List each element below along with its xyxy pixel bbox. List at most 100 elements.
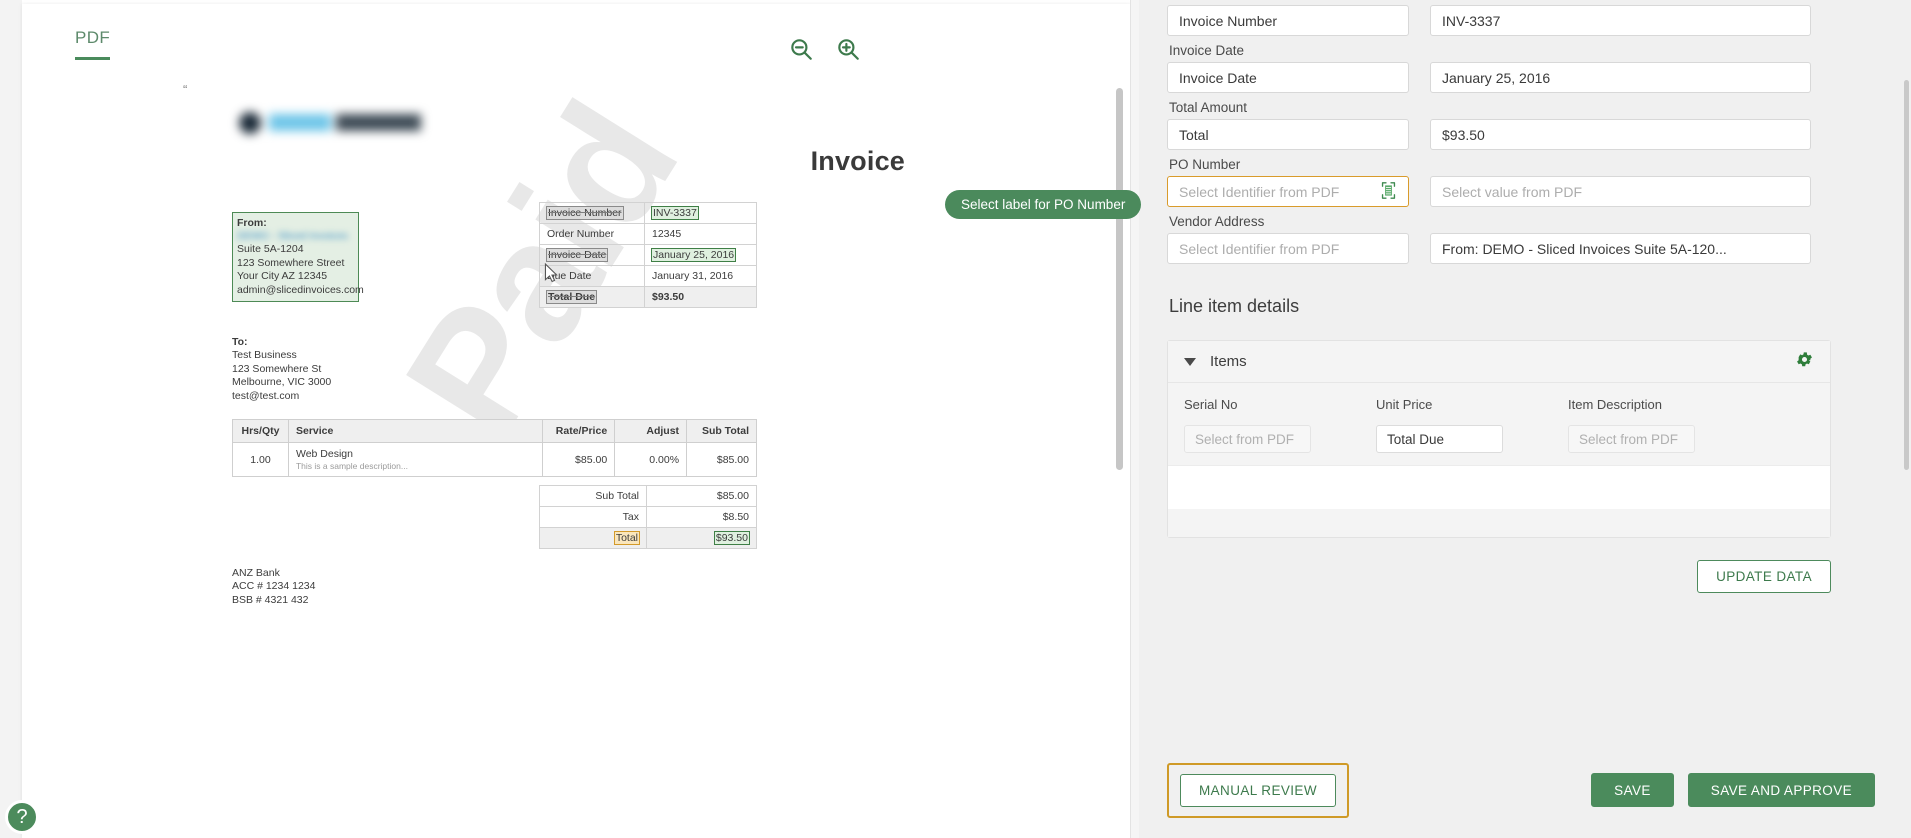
serial-no-input[interactable]: Select from PDF	[1184, 425, 1311, 453]
items-col-header: Item Description	[1568, 397, 1662, 412]
pdf-tab-label[interactable]: PDF	[75, 28, 110, 57]
invoice-date-value: January 25, 2016	[1442, 69, 1551, 86]
summary-value[interactable]: January 25, 2016	[650, 248, 737, 262]
caret-down-icon[interactable]	[1184, 357, 1196, 366]
to-address-block[interactable]: To: Test Business 123 Somewhere St Melbo…	[232, 336, 331, 403]
serial-no-placeholder: Select from PDF	[1195, 431, 1295, 447]
invoice-totals-table: Sub Total $85.00 Tax $8.50 Total $93.50	[539, 485, 757, 549]
cell-qty[interactable]: 1.00	[232, 442, 289, 477]
label-invoice-date: Invoice Date	[1169, 43, 1245, 58]
from-line: admin@slicedinvoices.com	[237, 283, 364, 296]
update-data-button[interactable]: UPDATE DATA	[1697, 560, 1831, 593]
item-description-placeholder: Select from PDF	[1579, 431, 1679, 447]
save-button[interactable]: SAVE	[1591, 773, 1674, 807]
logo-wordmark-part2	[336, 114, 421, 131]
total-value[interactable]: $85.00	[717, 490, 749, 502]
to-line: test@test.com	[232, 389, 300, 402]
table-row[interactable]: Invoice Date January 25, 2016	[539, 244, 757, 266]
summary-value[interactable]: January 31, 2016	[652, 270, 733, 282]
total-value[interactable]: $8.50	[723, 511, 749, 523]
col-header-subtotal: Sub Total	[686, 419, 757, 443]
items-card-footer	[1168, 509, 1830, 537]
label-vendor-address: Vendor Address	[1169, 214, 1265, 229]
table-row[interactable]: Due Date January 31, 2016	[539, 265, 757, 287]
pdf-vertical-scrollbar[interactable]	[1116, 88, 1123, 470]
table-row[interactable]: Total $93.50	[539, 527, 757, 549]
total-amount-identifier-input[interactable]: Total	[1167, 119, 1409, 150]
bank-details-block: ANZ Bank ACC # 1234 1234 BSB # 4321 432	[232, 567, 315, 607]
vendor-address-value: From: DEMO - Sliced Invoices Suite 5A-12…	[1442, 240, 1727, 257]
from-line: Your City AZ 12345	[237, 270, 328, 283]
zoom-out-icon[interactable]	[788, 36, 814, 62]
help-button[interactable]: ?	[5, 800, 39, 834]
footer-primary-actions: SAVE SAVE AND APPROVE	[1591, 773, 1875, 807]
summary-key[interactable]: Total Due	[545, 290, 598, 304]
table-row[interactable]: Order Number 12345	[539, 223, 757, 245]
manual-review-button[interactable]: MANUAL REVIEW	[1180, 773, 1336, 807]
items-group-label: Items	[1210, 353, 1247, 370]
app-root: PDF Paid “ Invoice From: DEMO - Sliced I…	[0, 0, 1911, 838]
form-row-total-amount: Total $93.50	[1167, 119, 1855, 150]
form-vertical-scrollbar[interactable]	[1904, 80, 1909, 470]
invoice-document: Paid “ Invoice From: DEMO - Sliced Invoi…	[183, 64, 907, 804]
item-description-input[interactable]: Select from PDF	[1568, 425, 1695, 453]
col-header-service: Service	[287, 419, 544, 443]
unit-price-value: Total Due	[1387, 431, 1445, 447]
extraction-form-pane: Invoice Number INV-3337 Invoice Date Inv…	[1131, 0, 1911, 838]
line-items-table: Hrs/Qty Service Rate/Price Adjust Sub To…	[232, 419, 757, 477]
total-value[interactable]: $93.50	[713, 531, 751, 545]
items-columns: Serial No Select from PDF Unit Price Tot…	[1168, 383, 1830, 453]
cell-subtotal[interactable]: $85.00	[686, 442, 757, 477]
to-heading: To:	[232, 336, 248, 348]
total-key[interactable]: Total	[613, 531, 641, 545]
cell-service[interactable]: Web Design This is a sample description.…	[287, 442, 544, 477]
total-key[interactable]: Tax	[623, 511, 639, 523]
cell-adjust[interactable]: 0.00%	[614, 442, 688, 477]
service-description: This is a sample description...	[295, 461, 408, 471]
summary-value[interactable]: 12345	[652, 228, 681, 240]
vendor-address-value-input[interactable]: From: DEMO - Sliced Invoices Suite 5A-12…	[1430, 233, 1811, 264]
zoom-in-icon[interactable]	[835, 36, 861, 62]
bank-line: BSB # 4321 432	[232, 593, 309, 606]
invoice-date-value-input[interactable]: January 25, 2016	[1430, 62, 1811, 93]
table-row[interactable]: Invoice Number INV-3337	[539, 202, 757, 224]
po-number-value-input[interactable]: Select value from PDF	[1430, 176, 1811, 207]
pdf-document-surface: PDF Paid “ Invoice From: DEMO - Sliced I…	[22, 4, 1130, 838]
invoice-number-value-input[interactable]: INV-3337	[1430, 5, 1811, 36]
col-header-adjust: Adjust	[614, 419, 688, 443]
from-heading: From:	[237, 217, 267, 229]
table-row[interactable]: Tax $8.50	[539, 506, 757, 528]
vendor-address-identifier-input[interactable]: Select Identifier from PDF	[1167, 233, 1409, 264]
save-and-approve-button[interactable]: SAVE AND APPROVE	[1687, 773, 1875, 807]
to-line: Test Business	[232, 349, 297, 362]
invoice-number-identifier-input[interactable]: Invoice Number	[1167, 5, 1409, 36]
pdf-tab[interactable]: PDF	[75, 28, 110, 60]
from-address-block[interactable]: From: DEMO - Sliced Invoices Suite 5A-12…	[232, 212, 364, 303]
logo-mark-icon	[239, 112, 261, 134]
po-number-identifier-placeholder: Select Identifier from PDF	[1179, 183, 1340, 200]
cell-rate[interactable]: $85.00	[542, 442, 616, 477]
total-amount-value-input[interactable]: $93.50	[1430, 119, 1811, 150]
summary-key[interactable]: Order Number	[547, 228, 614, 240]
total-amount-value: $93.50	[1442, 126, 1485, 143]
unit-price-input[interactable]: Total Due	[1376, 425, 1503, 453]
manual-review-focus-ring: MANUAL REVIEW	[1167, 762, 1349, 818]
bank-line: ANZ Bank	[232, 567, 280, 579]
summary-key[interactable]: Invoice Date	[545, 248, 609, 262]
label-total-amount: Total Amount	[1169, 100, 1248, 115]
summary-value[interactable]: INV-3337	[651, 206, 699, 220]
table-row[interactable]: 1.00 Web Design This is a sample descrip…	[232, 442, 757, 477]
invoice-date-identifier-input[interactable]: Invoice Date	[1167, 62, 1409, 93]
summary-value[interactable]: $93.50	[652, 291, 684, 303]
form-row-vendor-address: Select Identifier from PDF From: DEMO - …	[1167, 233, 1855, 264]
scan-document-icon[interactable]	[1380, 181, 1397, 203]
total-key[interactable]: Sub Total	[595, 490, 639, 502]
pdf-viewer-pane: PDF Paid “ Invoice From: DEMO - Sliced I…	[0, 0, 1131, 838]
items-col-header: Serial No	[1184, 397, 1238, 412]
po-number-identifier-input[interactable]: Select Identifier from PDF	[1167, 176, 1409, 207]
table-row[interactable]: Total Due $93.50	[539, 286, 757, 308]
summary-key[interactable]: Invoice Number	[546, 206, 624, 220]
gear-icon[interactable]	[1795, 350, 1814, 374]
table-row[interactable]: Sub Total $85.00	[539, 485, 757, 507]
vendor-logo	[239, 106, 424, 140]
